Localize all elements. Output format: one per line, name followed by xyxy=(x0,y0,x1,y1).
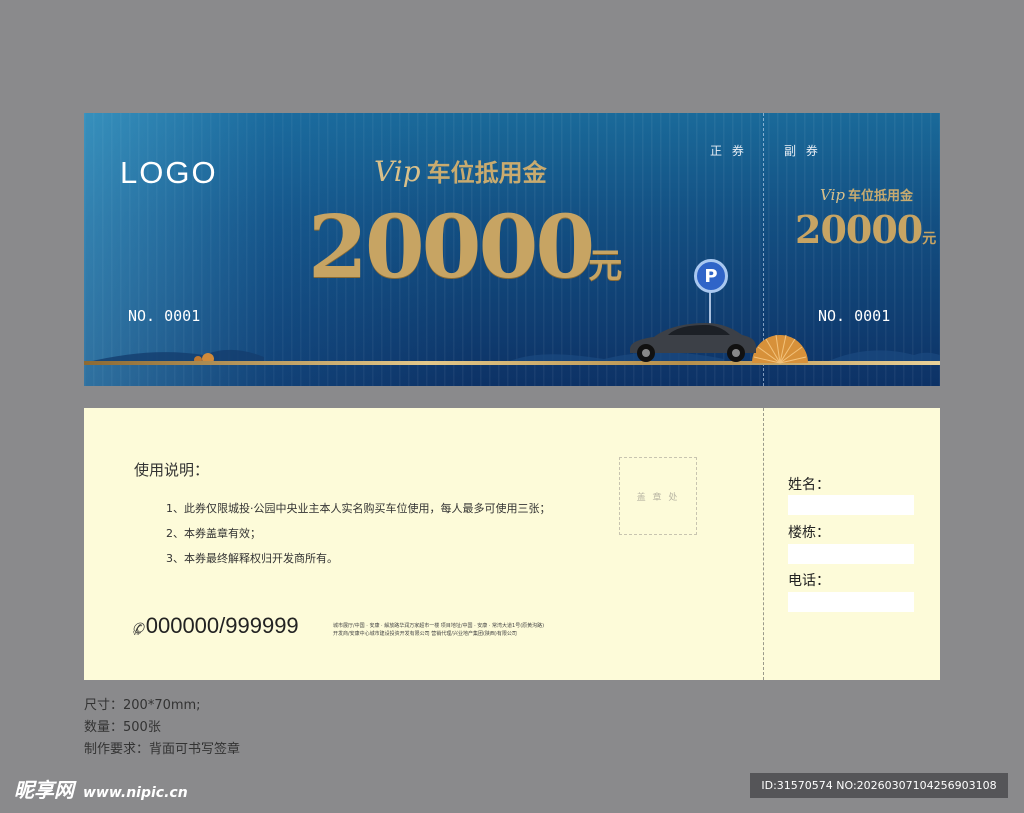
name-field[interactable] xyxy=(788,495,914,515)
serial-number-main: NO. 0001 xyxy=(128,307,201,325)
hills-decoration xyxy=(84,349,940,363)
phone-number: 000000/999999 xyxy=(145,613,299,638)
gold-divider-line xyxy=(84,361,940,365)
logo: LOGO xyxy=(120,155,218,190)
building-label: 楼栋： xyxy=(788,525,830,541)
title-text: 车位抵用金 xyxy=(426,159,547,187)
watermark: 昵享网 www.nipic.cn xyxy=(14,774,188,803)
watermark-brand: 昵享网 xyxy=(14,778,74,802)
rule-item: 2、本券盖章有效； xyxy=(166,527,261,540)
amount-value: 20000 xyxy=(308,197,595,298)
address-line: 城市展厅/中国 · 安康 · 解放路华润万家超市一楼 项目地址/中国 · 安康 … xyxy=(333,623,545,629)
label-main-coupon: 正 券 xyxy=(710,144,747,158)
spec-requirement: 制作要求：背面可书写签章 xyxy=(84,742,241,757)
watermark-url: www.nipic.cn xyxy=(82,785,188,801)
building-field[interactable] xyxy=(788,544,914,564)
phone-label: 电话： xyxy=(788,573,830,589)
spec-size: 尺寸：200*70mm; xyxy=(84,698,201,713)
stub-amount-value: 20000 xyxy=(795,207,923,252)
stub-title: Vip 车位抵用金 xyxy=(820,185,913,204)
name-label: 姓名： xyxy=(788,477,830,493)
rule-item: 1、此券仅限城投·公园中央业主本人实名购买车位使用，每人最多可使用三张； xyxy=(166,502,551,515)
vip-script: Vip xyxy=(374,155,421,188)
stub-amount-unit: 元 xyxy=(922,231,936,247)
image-id-bar: ID:31570574 NO:20260307104256903108 xyxy=(750,773,1008,798)
amount-unit: 元 xyxy=(588,246,623,286)
stamp-area: 盖 章 处 xyxy=(619,457,697,535)
parking-sign-icon: P xyxy=(694,259,728,293)
stub-amount: 20000元 xyxy=(795,211,936,249)
instructions-title: 使用说明： xyxy=(134,461,210,479)
serial-number-stub: NO. 0001 xyxy=(818,307,891,325)
label-stub-coupon: 副 券 xyxy=(784,144,821,158)
stub-title-text: 车位抵用金 xyxy=(847,189,913,204)
phone-field[interactable] xyxy=(788,592,914,612)
spec-quantity: 数量：500张 xyxy=(84,720,161,735)
stub-vip-script: Vip xyxy=(820,186,845,204)
perforation-line xyxy=(763,408,764,680)
amount: 20000元 xyxy=(308,205,622,291)
ticket-front: LOGO Vip 车位抵用金 20000元 NO. 0001 正 券 副 券 Vi… xyxy=(84,113,940,386)
ticket-title: Vip 车位抵用金 xyxy=(374,153,547,188)
phone-vip-label: VIP xyxy=(133,631,141,637)
ticket-back: 使用说明： 1、此券仅限城投·公园中央业主本人实名购买车位使用，每人最多可使用三… xyxy=(84,408,940,680)
car-icon xyxy=(630,323,756,362)
address-line: 开发商/安康中心城市建设投资开发有限公司 营销代理/兴业地产集团(陕西)有限公司 xyxy=(333,631,517,637)
address-block: 城市展厅/中国 · 安康 · 解放路华润万家超市一楼 项目地址/中国 · 安康 … xyxy=(333,622,544,638)
phone-line: ✆000000/999999 xyxy=(132,613,299,639)
rule-item: 3、本券最终解释权归开发商所有。 xyxy=(166,552,338,565)
